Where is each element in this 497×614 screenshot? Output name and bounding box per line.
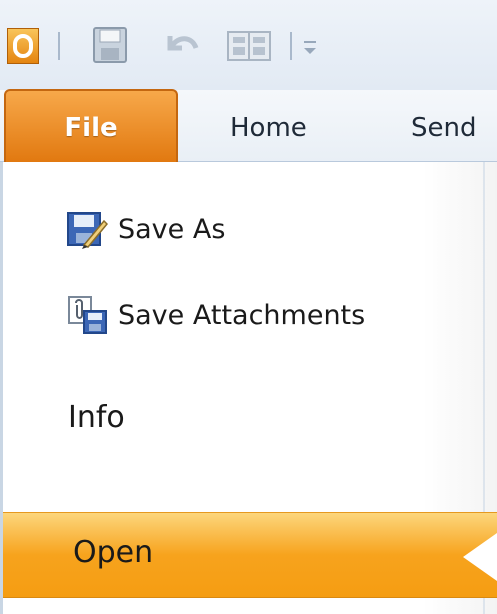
tab-home[interactable]: Home <box>230 108 307 148</box>
save-icon[interactable] <box>92 26 128 64</box>
address-book-icon[interactable] <box>226 28 272 64</box>
toolbar-separator <box>290 32 292 60</box>
save-as-icon <box>66 209 109 249</box>
info-menu-item[interactable]: Info <box>68 400 125 435</box>
outlook-backstage-window: Home Send File Save As Save Attachments … <box>0 0 497 614</box>
outlook-app-icon[interactable] <box>7 28 39 64</box>
save-as-label: Save As <box>118 213 226 245</box>
save-attachments-label: Save Attachments <box>118 299 366 331</box>
save-as-command[interactable]: Save As <box>0 204 480 254</box>
selection-pointer-icon <box>463 533 497 581</box>
open-menu-item[interactable]: Open <box>3 512 497 598</box>
undo-icon[interactable] <box>162 28 202 64</box>
customize-toolbar-icon[interactable] <box>300 30 320 64</box>
quick-access-toolbar <box>0 0 497 90</box>
tab-send-receive[interactable]: Send <box>411 108 476 148</box>
toolbar-separator <box>58 32 60 60</box>
save-attachments-icon <box>66 295 108 335</box>
save-attachments-command[interactable]: Save Attachments <box>0 290 480 340</box>
open-label: Open <box>73 535 154 570</box>
tab-file[interactable]: File <box>4 89 178 163</box>
